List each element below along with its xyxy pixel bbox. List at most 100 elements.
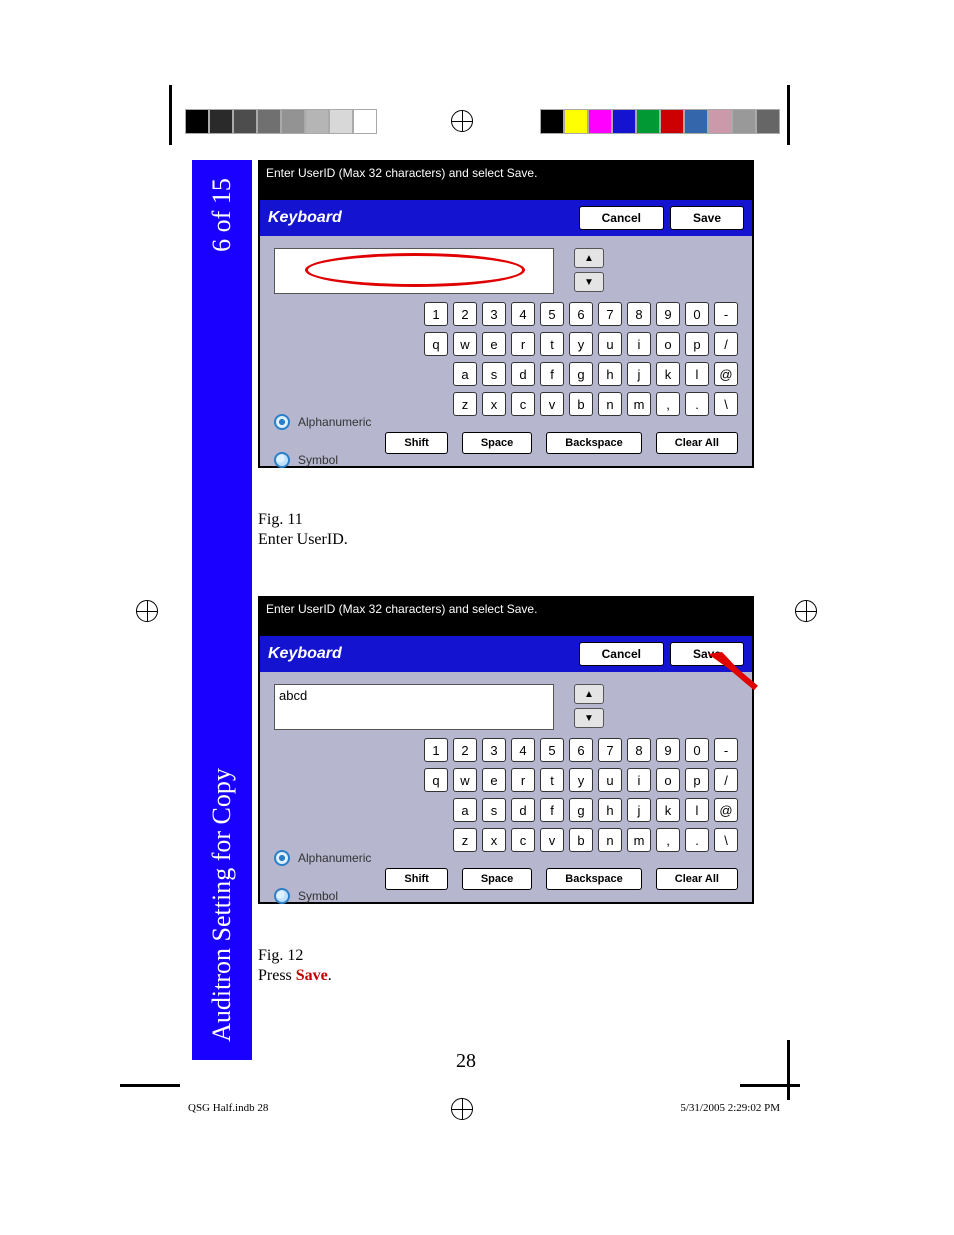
key-5[interactable]: 5 [540, 302, 564, 326]
key-3[interactable]: 3 [482, 738, 506, 762]
key-7[interactable]: 7 [598, 302, 622, 326]
key-u[interactable]: u [598, 332, 622, 356]
key--[interactable]: - [714, 738, 738, 762]
key--[interactable]: - [714, 302, 738, 326]
key-8[interactable]: 8 [627, 302, 651, 326]
key-6[interactable]: 6 [569, 302, 593, 326]
key-a[interactable]: a [453, 362, 477, 386]
key-/[interactable]: / [714, 768, 738, 792]
key-7[interactable]: 7 [598, 738, 622, 762]
key-y[interactable]: y [569, 332, 593, 356]
alphanumeric-radio[interactable]: Alphanumeric [274, 850, 414, 866]
key-f[interactable]: f [540, 798, 564, 822]
key-c[interactable]: c [511, 392, 535, 416]
key-q[interactable]: q [424, 768, 448, 792]
key-9[interactable]: 9 [656, 738, 680, 762]
key-5[interactable]: 5 [540, 738, 564, 762]
key-i[interactable]: i [627, 332, 651, 356]
key-t[interactable]: t [540, 768, 564, 792]
key-0[interactable]: 0 [685, 302, 709, 326]
space-button[interactable]: Space [462, 432, 532, 454]
backspace-button[interactable]: Backspace [546, 868, 642, 890]
key-c[interactable]: c [511, 828, 535, 852]
key-w[interactable]: w [453, 332, 477, 356]
symbol-radio[interactable]: Symbol [274, 888, 414, 904]
key-.[interactable]: . [685, 828, 709, 852]
key-.[interactable]: . [685, 392, 709, 416]
key-d[interactable]: d [511, 362, 535, 386]
key-r[interactable]: r [511, 332, 535, 356]
key-t[interactable]: t [540, 332, 564, 356]
key-l[interactable]: l [685, 798, 709, 822]
key-x[interactable]: x [482, 392, 506, 416]
key-0[interactable]: 0 [685, 738, 709, 762]
key-p[interactable]: p [685, 332, 709, 356]
symbol-radio[interactable]: Symbol [274, 452, 414, 468]
clear-all-button[interactable]: Clear All [656, 432, 738, 454]
key-n[interactable]: n [598, 828, 622, 852]
key-f[interactable]: f [540, 362, 564, 386]
key-v[interactable]: v [540, 392, 564, 416]
key-v[interactable]: v [540, 828, 564, 852]
down-arrow-button[interactable]: ▼ [574, 708, 604, 728]
key-4[interactable]: 4 [511, 738, 535, 762]
key-\[interactable]: \ [714, 828, 738, 852]
key-b[interactable]: b [569, 828, 593, 852]
key-s[interactable]: s [482, 362, 506, 386]
up-arrow-button[interactable]: ▲ [574, 248, 604, 268]
key-6[interactable]: 6 [569, 738, 593, 762]
key-1[interactable]: 1 [424, 738, 448, 762]
key-w[interactable]: w [453, 768, 477, 792]
key-3[interactable]: 3 [482, 302, 506, 326]
key-r[interactable]: r [511, 768, 535, 792]
key-\[interactable]: \ [714, 392, 738, 416]
key-i[interactable]: i [627, 768, 651, 792]
backspace-button[interactable]: Backspace [546, 432, 642, 454]
key-d[interactable]: d [511, 798, 535, 822]
key-@[interactable]: @ [714, 798, 738, 822]
key-m[interactable]: m [627, 392, 651, 416]
cancel-button[interactable]: Cancel [579, 206, 664, 230]
key-/[interactable]: / [714, 332, 738, 356]
key-o[interactable]: o [656, 332, 680, 356]
key-8[interactable]: 8 [627, 738, 651, 762]
key-h[interactable]: h [598, 362, 622, 386]
key-m[interactable]: m [627, 828, 651, 852]
key-q[interactable]: q [424, 332, 448, 356]
shift-button[interactable]: Shift [385, 432, 447, 454]
key-,[interactable]: , [656, 392, 680, 416]
save-button[interactable]: Save [670, 642, 744, 666]
key-e[interactable]: e [482, 768, 506, 792]
key-y[interactable]: y [569, 768, 593, 792]
key-9[interactable]: 9 [656, 302, 680, 326]
key-l[interactable]: l [685, 362, 709, 386]
userid-input[interactable] [274, 248, 554, 294]
key-e[interactable]: e [482, 332, 506, 356]
key-x[interactable]: x [482, 828, 506, 852]
key-2[interactable]: 2 [453, 302, 477, 326]
userid-input[interactable]: abcd [274, 684, 554, 730]
key-b[interactable]: b [569, 392, 593, 416]
key-1[interactable]: 1 [424, 302, 448, 326]
alphanumeric-radio[interactable]: Alphanumeric [274, 414, 414, 430]
key-k[interactable]: k [656, 798, 680, 822]
clear-all-button[interactable]: Clear All [656, 868, 738, 890]
key-,[interactable]: , [656, 828, 680, 852]
key-z[interactable]: z [453, 828, 477, 852]
key-4[interactable]: 4 [511, 302, 535, 326]
key-j[interactable]: j [627, 362, 651, 386]
key-h[interactable]: h [598, 798, 622, 822]
key-u[interactable]: u [598, 768, 622, 792]
key-o[interactable]: o [656, 768, 680, 792]
key-n[interactable]: n [598, 392, 622, 416]
up-arrow-button[interactable]: ▲ [574, 684, 604, 704]
save-button[interactable]: Save [670, 206, 744, 230]
key-s[interactable]: s [482, 798, 506, 822]
shift-button[interactable]: Shift [385, 868, 447, 890]
key-k[interactable]: k [656, 362, 680, 386]
key-z[interactable]: z [453, 392, 477, 416]
key-p[interactable]: p [685, 768, 709, 792]
space-button[interactable]: Space [462, 868, 532, 890]
key-j[interactable]: j [627, 798, 651, 822]
key-a[interactable]: a [453, 798, 477, 822]
